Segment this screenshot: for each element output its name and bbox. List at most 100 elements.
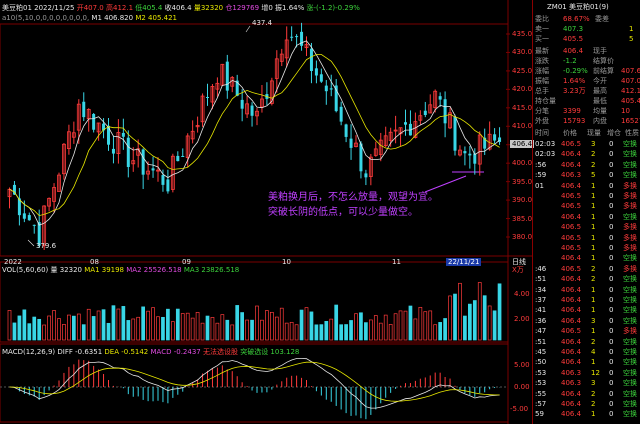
volume-bar xyxy=(190,317,195,341)
book-label: 委比 xyxy=(535,15,549,23)
period-label[interactable]: 日线 xyxy=(512,258,526,266)
candle-body xyxy=(453,116,457,151)
tick-delta: 0 xyxy=(609,254,614,263)
tick-qty: 1 xyxy=(591,410,596,419)
volume-bar xyxy=(185,312,190,341)
volume-bar xyxy=(463,315,467,341)
quote-panel: ZM01 美豆粕01(9) 委比 68.67% 委差 卖一 407.3 1 买一 405.5 5… xyxy=(532,0,640,424)
macd-value: MACD -0.2437 xyxy=(150,348,201,356)
tick-time: :57 xyxy=(535,400,547,408)
tick-row: :36 406.4 3 0 空换 xyxy=(533,316,640,326)
volume-bar xyxy=(215,322,220,341)
volume-bar xyxy=(393,313,398,341)
volume-bar xyxy=(111,305,116,341)
tick-type: 空换 xyxy=(623,379,637,388)
volume-bar xyxy=(428,310,433,341)
tick-row: :57 406.4 2 0 空换 xyxy=(533,399,640,409)
stat-label: 涨幅 xyxy=(535,67,549,75)
tick-delta: 0 xyxy=(609,327,614,336)
tick-qty: 1 xyxy=(591,306,596,315)
tick-delta: 0 xyxy=(609,264,614,273)
vol-tick-4: 4.00 xyxy=(514,290,530,298)
tick-qty: 1 xyxy=(591,181,596,190)
book-label: 买一 xyxy=(535,35,549,43)
volume-bar xyxy=(458,282,462,341)
candle-body xyxy=(423,110,427,115)
stat-row: 持仓量 最低 405.4 xyxy=(533,96,640,106)
tick-type: 多换 xyxy=(623,192,637,200)
tick-time: :56 xyxy=(535,160,547,169)
volume-bar xyxy=(200,322,205,341)
panel-frame xyxy=(0,23,509,257)
volume-bar xyxy=(106,322,111,341)
macd-line xyxy=(9,361,500,402)
stat-value: 3399 xyxy=(563,107,581,115)
tick-type: 空换 xyxy=(623,400,637,408)
candle-body xyxy=(240,99,244,109)
tick-type: 空换 xyxy=(623,368,637,377)
tick-price: 406.5 xyxy=(561,244,582,252)
candle-body xyxy=(141,149,145,175)
tick-qty: 2 xyxy=(591,150,596,159)
volume-bar xyxy=(240,312,244,341)
candle-body xyxy=(339,106,343,122)
tick-time: :59 xyxy=(535,171,547,180)
volume-bar xyxy=(299,309,304,341)
volume-bar xyxy=(448,295,452,341)
tick-qty: 2 xyxy=(591,264,596,273)
tick-price: 406.4 xyxy=(561,254,582,263)
tick-type: 多换 xyxy=(623,223,637,232)
volume-bar xyxy=(230,324,235,341)
tick-delta: 0 xyxy=(609,358,614,367)
tick-delta: 0 xyxy=(609,296,614,304)
quote-title: ZM01 美豆粕01(9) xyxy=(533,2,640,12)
price-tick-label: 420.0 xyxy=(512,85,533,94)
tick-delta: 0 xyxy=(609,192,614,200)
volume-bar xyxy=(468,303,472,341)
tick-row: 59 406.4 1 0 空换 xyxy=(533,409,640,419)
volume-bar xyxy=(27,323,32,341)
tick-price: 406.5 xyxy=(561,264,582,273)
tick-time: :46 xyxy=(535,264,547,273)
chart-area[interactable] xyxy=(0,0,532,424)
volume-bar xyxy=(255,305,259,341)
volume-bar xyxy=(339,324,343,341)
tick-qty: 2 xyxy=(591,275,596,284)
volume-bar xyxy=(161,316,165,341)
stat-value: 15793 xyxy=(563,117,586,125)
tick-delta: 0 xyxy=(609,244,614,252)
tick-qty: 1 xyxy=(591,233,596,242)
tick-qty: 1 xyxy=(591,244,596,252)
tick-row: 406.5 1 0 多换 xyxy=(533,201,640,211)
macd-dea: DEA -0.5142 xyxy=(104,348,149,356)
volume-bar xyxy=(329,318,334,341)
price-tick-label: 395.0 xyxy=(512,177,533,186)
volume-bar xyxy=(314,324,319,341)
stat-value-2: 407.6 xyxy=(621,67,640,75)
volume-bar xyxy=(319,324,324,341)
volume-bar xyxy=(418,306,423,341)
tick-delta: 0 xyxy=(609,400,614,408)
volume-bar xyxy=(413,318,418,341)
candle-body xyxy=(468,153,472,156)
volume-bar xyxy=(126,320,131,341)
tick-time: :53 xyxy=(535,368,547,377)
tick-time: 59 xyxy=(535,410,544,419)
stat-value-2: 405.4 xyxy=(621,97,640,105)
tick-row: :50 406.4 1 0 空换 xyxy=(533,357,640,367)
volume-bars xyxy=(7,282,502,341)
volume-bar xyxy=(47,315,51,341)
stat-row: 总手 3.23万 最高 412.1 xyxy=(533,86,640,96)
tick-qty: 1 xyxy=(591,296,596,304)
tick-row: :53 406.3 3 0 空换 xyxy=(533,378,640,388)
volume-bar xyxy=(116,308,121,341)
tick-time: :41 xyxy=(535,306,547,315)
stat-value-2: 412.1 xyxy=(621,87,640,95)
position-change: 增0 xyxy=(261,4,273,12)
price-tick-label: 385.0 xyxy=(512,214,533,223)
price-tick-label: 410.0 xyxy=(512,122,533,131)
candle-body xyxy=(438,96,442,100)
macd-line xyxy=(9,358,500,409)
book-row: 委比 68.67% 委差 xyxy=(533,14,640,24)
vol-tick-2: 2.00 xyxy=(514,315,530,323)
